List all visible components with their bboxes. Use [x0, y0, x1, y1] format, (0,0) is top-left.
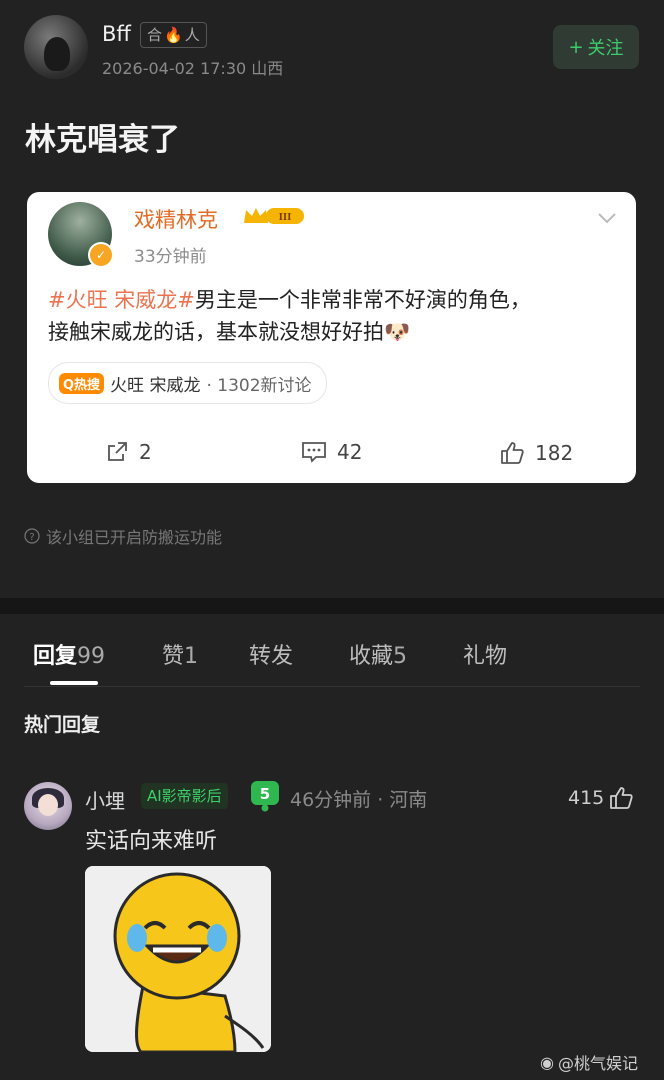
comment-like-button[interactable]: 415	[568, 785, 634, 811]
tab-favorites-count: 5	[393, 644, 408, 669]
quoted-post-card[interactable]: ✓ 戏精林克 III 33分钟前 #火旺 宋威龙#男主是一个非常非常不好演的角色…	[27, 192, 636, 483]
doge-emoji-icon: 🐶	[384, 320, 411, 344]
tab-gifts-label: 礼物	[463, 644, 508, 669]
group-badge: 合 🔥 人	[140, 22, 207, 48]
post-meta: 2026-04-02 17:30 山西	[102, 55, 283, 79]
active-tab-indicator	[50, 681, 98, 685]
comment-like-count: 415	[568, 787, 605, 809]
comment-text: 实话向来难听	[85, 829, 218, 854]
verified-icon: ✓	[88, 242, 114, 268]
tab-likes-label: 赞	[162, 644, 185, 669]
laughing-emoji-sticker[interactable]	[85, 866, 271, 1052]
notice-text: 该小组已开启防搬运功能	[46, 528, 223, 547]
follow-label: 关注	[587, 38, 624, 59]
tab-gifts[interactable]: 礼物	[463, 638, 507, 670]
comment-time: 46分钟前 · 河南	[290, 789, 428, 811]
hot-replies-title: 热门回复	[24, 714, 101, 736]
weibo-logo-icon: ◉	[540, 1052, 554, 1072]
plus-icon: +	[568, 36, 584, 58]
thumbs-up-icon	[610, 787, 633, 809]
comment-count: 42	[337, 440, 363, 464]
post-location: 山西	[251, 59, 284, 78]
question-icon: ?	[24, 528, 40, 544]
comment-button[interactable]: 42	[301, 440, 362, 464]
topic-count: · 1302新讨论	[206, 375, 312, 396]
commenter-badge: AI影帝影后	[141, 783, 228, 809]
tab-replies-count: 99	[77, 644, 106, 669]
tab-forwards-label: 转发	[249, 644, 294, 669]
like-count: 182	[535, 441, 574, 465]
commenter-name[interactable]: 小埋	[85, 785, 125, 814]
like-button[interactable]: 182	[499, 440, 573, 466]
level-badge-icon: 5	[251, 781, 279, 812]
quoted-text: #火旺 宋威龙#男主是一个非常非常不好演的角色， 接触宋威龙的话，基本就没想好好…	[48, 284, 618, 348]
topic-name: 火旺 宋威龙	[110, 375, 201, 396]
hashtag-link[interactable]: #火旺 宋威龙#	[48, 288, 195, 312]
quoted-text-line2: 接触宋威龙的话，基本就没想好好拍	[48, 320, 384, 344]
quoted-time: 33分钟前	[134, 247, 207, 267]
repost-button[interactable]: 2	[105, 440, 152, 464]
laughing-emoji-icon	[85, 866, 271, 1052]
tab-favorites-label: 收藏	[349, 644, 394, 669]
interaction-tabs: 回复99 赞1 转发 收藏5 礼物	[0, 614, 664, 686]
section-divider	[0, 598, 664, 614]
level-text: III	[279, 211, 292, 223]
anti-copy-notice: ? 该小组已开启防搬运功能	[24, 524, 222, 548]
post-time: 2026-04-02 17:30	[102, 59, 247, 78]
tab-likes-count: 1	[184, 644, 199, 669]
tab-replies-label: 回复	[33, 644, 78, 669]
share-icon	[108, 442, 127, 461]
watermark: ◉ @桃气娱记	[540, 1050, 638, 1074]
commenter-avatar[interactable]	[24, 782, 72, 830]
follow-button[interactable]: + 关注	[553, 25, 639, 69]
tab-replies[interactable]: 回复99	[33, 638, 105, 670]
quoted-author-name[interactable]: 戏精林克	[134, 204, 218, 234]
quoted-avatar[interactable]: ✓	[48, 202, 114, 268]
author-name[interactable]: Bff	[102, 22, 131, 46]
quoted-text-line1: 男主是一个非常非常不好演的角色，	[194, 288, 531, 312]
post-text: 林克唱衰了	[25, 122, 180, 158]
watermark-text: @桃气娱记	[557, 1054, 638, 1073]
crown-level-icon: III	[244, 208, 304, 224]
hot-search-badge: Q热搜	[59, 372, 105, 394]
tab-forwards[interactable]: 转发	[249, 638, 293, 670]
chevron-down-icon[interactable]	[597, 208, 617, 228]
group-badge-right: 人	[184, 26, 200, 44]
author-avatar[interactable]	[24, 15, 88, 79]
commenter-level: 5	[260, 785, 270, 803]
group-badge-left: 合	[147, 26, 163, 44]
tab-favorites[interactable]: 收藏5	[349, 638, 407, 670]
repost-count: 2	[139, 440, 152, 464]
fire-icon: 🔥	[164, 26, 183, 44]
hot-topic-chip[interactable]: Q热搜 火旺 宋威龙 · 1302新讨论	[48, 362, 327, 404]
tab-likes[interactable]: 赞1	[162, 638, 198, 670]
svg-text:?: ?	[29, 532, 34, 543]
thumbs-up-icon	[501, 442, 524, 464]
comment-icon	[302, 442, 326, 463]
tabs-underline	[24, 686, 640, 687]
